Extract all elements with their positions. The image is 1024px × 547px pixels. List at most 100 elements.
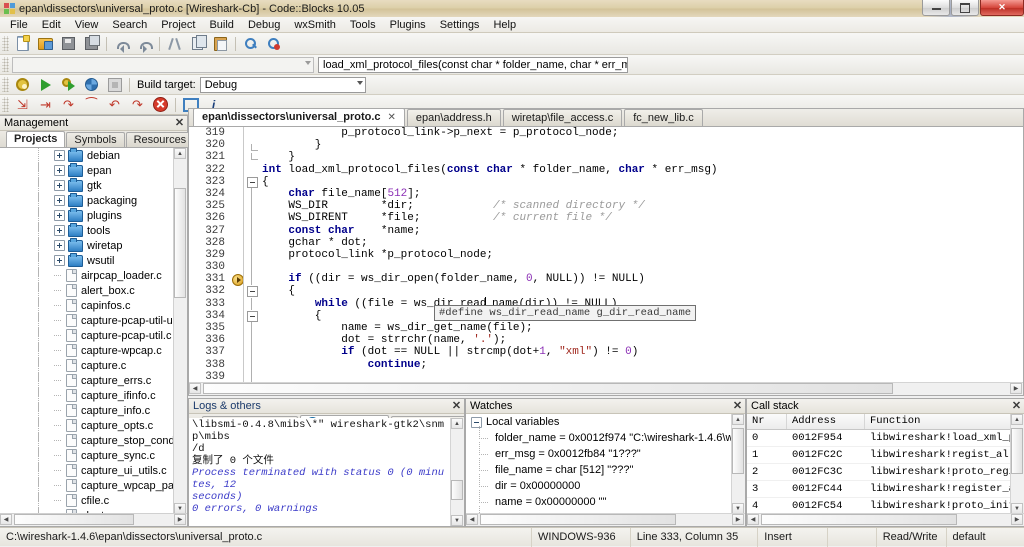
save-all-button[interactable]: [81, 34, 102, 54]
rebuild-button[interactable]: [81, 75, 102, 95]
tree-file[interactable]: cfile.c: [0, 493, 187, 508]
close-icon[interactable]: ✕: [1011, 401, 1022, 412]
tree-folder-wiretap[interactable]: wiretap: [0, 238, 187, 253]
menu-search[interactable]: Search: [105, 18, 154, 32]
build-target-combo[interactable]: Debug: [200, 77, 366, 93]
table-row[interactable]: 00012F954libwireshark!load_xml_protocol_…: [747, 430, 1024, 447]
expand-icon[interactable]: [54, 225, 65, 236]
cut-button[interactable]: [164, 34, 185, 54]
tree-file[interactable]: capture_stop_conditio: [0, 433, 187, 448]
tree-folder-wsutil[interactable]: wsutil: [0, 253, 187, 268]
watch-item[interactable]: folder_name = 0x0012f974 "C:\wireshark-1…: [466, 430, 745, 446]
toolbar-grip[interactable]: [2, 57, 9, 72]
tree-folder-plugins[interactable]: plugins: [0, 208, 187, 223]
column-header-nr[interactable]: Nr: [747, 414, 787, 429]
build-and-run-button[interactable]: [58, 75, 79, 95]
menu-tools[interactable]: Tools: [343, 18, 383, 32]
next-instruction-button[interactable]: ⁀: [81, 95, 102, 115]
close-icon[interactable]: ✕: [732, 401, 743, 412]
table-row[interactable]: 10012FC2Clibwireshark!regist_all_univers…: [747, 447, 1024, 464]
tree-file[interactable]: capture_info.c: [0, 403, 187, 418]
minimize-button[interactable]: [922, 0, 950, 16]
call-stack-table[interactable]: Nr Address Function 00012F954libwireshar…: [747, 414, 1024, 514]
expand-icon[interactable]: [54, 255, 65, 266]
expand-icon[interactable]: [54, 150, 65, 161]
toolbar-grip[interactable]: [2, 36, 9, 51]
toolbar-grip[interactable]: [2, 97, 9, 112]
close-icon[interactable]: ✕: [174, 118, 185, 129]
menu-project[interactable]: Project: [154, 18, 202, 32]
scroll-left-arrow[interactable]: ◀: [189, 383, 201, 394]
stop-debugger-button[interactable]: [150, 95, 171, 115]
scroll-down-arrow[interactable]: ▼: [451, 515, 463, 526]
tree-file[interactable]: capture_sync.c: [0, 448, 187, 463]
paste-button[interactable]: [210, 34, 231, 54]
expand-icon[interactable]: [54, 165, 65, 176]
scroll-left-arrow[interactable]: ◀: [466, 514, 478, 525]
tree-file[interactable]: capture.c: [0, 358, 187, 373]
function-combo[interactable]: load_xml_protocol_files(const char * fol…: [318, 57, 628, 73]
tree-horizontal-scrollbar[interactable]: ◀ ▶: [0, 513, 187, 526]
copy-button[interactable]: [187, 34, 208, 54]
table-row[interactable]: 40012FC54libwireshark!proto_init+0xae: [747, 498, 1024, 514]
build-log-output[interactable]: \libsmi-0.4.8\mibs\*" wireshark-gtk2\snm…: [189, 418, 464, 526]
column-header-address[interactable]: Address: [787, 414, 865, 429]
scroll-up-arrow[interactable]: ▲: [451, 418, 463, 429]
tree-folder-tools[interactable]: tools: [0, 223, 187, 238]
close-button[interactable]: ✕: [980, 0, 1024, 16]
debug-continue-button[interactable]: ⇲: [12, 95, 33, 115]
tree-file[interactable]: capture_wpcap_packe: [0, 478, 187, 493]
tree-file[interactable]: capture_ifinfo.c: [0, 388, 187, 403]
tree-file[interactable]: alert_box.c: [0, 283, 187, 298]
close-icon[interactable]: ✕: [451, 401, 462, 412]
editor-text-area[interactable]: 319 p_protocol_link->p_next = p_protocol…: [189, 127, 1023, 383]
scroll-up-arrow[interactable]: ▲: [732, 414, 744, 425]
project-tree[interactable]: debian epan gtk packaging plugins: [0, 148, 187, 514]
tree-file[interactable]: airpcap_loader.c: [0, 268, 187, 283]
editor-tab-fc-new-lib[interactable]: fc_new_lib.c: [624, 109, 703, 126]
redo-button[interactable]: [134, 34, 155, 54]
expand-icon[interactable]: [54, 210, 65, 221]
scroll-thumb[interactable]: [174, 188, 186, 298]
scroll-up-arrow[interactable]: ▲: [174, 148, 186, 159]
tree-file[interactable]: capture-pcap-util.c: [0, 328, 187, 343]
scroll-right-arrow[interactable]: ▶: [732, 514, 744, 525]
editor-tab-address-h[interactable]: epan\address.h: [407, 109, 501, 126]
watches-horizontal-scrollbar[interactable]: ◀ ▶: [466, 513, 745, 526]
watches-vertical-scrollbar[interactable]: ▲ ▼: [731, 414, 745, 514]
call-stack-vertical-scrollbar[interactable]: ▲ ▼: [1010, 414, 1024, 514]
maximize-button[interactable]: [951, 0, 979, 16]
scroll-thumb[interactable]: [732, 428, 744, 474]
scroll-thumb[interactable]: [451, 480, 463, 500]
scroll-thumb[interactable]: [1011, 428, 1023, 474]
watches-root-row[interactable]: Local variables: [466, 414, 745, 430]
scroll-right-arrow[interactable]: ▶: [174, 514, 186, 525]
tree-folder-packaging[interactable]: packaging: [0, 193, 187, 208]
scroll-thumb[interactable]: [203, 383, 893, 394]
tab-projects[interactable]: Projects: [6, 131, 65, 147]
tab-resources[interactable]: Resources: [126, 132, 195, 147]
tree-folder-debian[interactable]: debian: [0, 148, 187, 163]
build-button[interactable]: [12, 75, 33, 95]
run-button[interactable]: [35, 75, 56, 95]
table-row[interactable]: 30012FC44libwireshark!register_all_proto…: [747, 481, 1024, 498]
watches-tree[interactable]: Local variables folder_name = 0x0012f974…: [466, 414, 745, 514]
column-header-function[interactable]: Function: [865, 414, 1024, 429]
menu-debug[interactable]: Debug: [241, 18, 287, 32]
table-row[interactable]: 20012FC3Clibwireshark!proto_register_udp…: [747, 464, 1024, 481]
tree-file[interactable]: capture-wpcap.c: [0, 343, 187, 358]
close-icon[interactable]: ✕: [388, 112, 396, 123]
menu-plugins[interactable]: Plugins: [383, 18, 433, 32]
scroll-thumb[interactable]: [14, 514, 134, 525]
expand-icon[interactable]: [54, 195, 65, 206]
editor-horizontal-scrollbar[interactable]: ◀ ▶: [189, 382, 1023, 395]
tree-vertical-scrollbar[interactable]: ▲ ▼: [173, 148, 187, 514]
scroll-left-arrow[interactable]: ◀: [0, 514, 12, 525]
scroll-right-arrow[interactable]: ▶: [1011, 514, 1023, 525]
undo-button[interactable]: [111, 34, 132, 54]
toolbar-grip[interactable]: [2, 77, 9, 92]
tree-file[interactable]: capture_errs.c: [0, 373, 187, 388]
scroll-thumb[interactable]: [761, 514, 957, 525]
tree-folder-gtk[interactable]: gtk: [0, 178, 187, 193]
tree-file[interactable]: capture-pcap-util-uni: [0, 313, 187, 328]
